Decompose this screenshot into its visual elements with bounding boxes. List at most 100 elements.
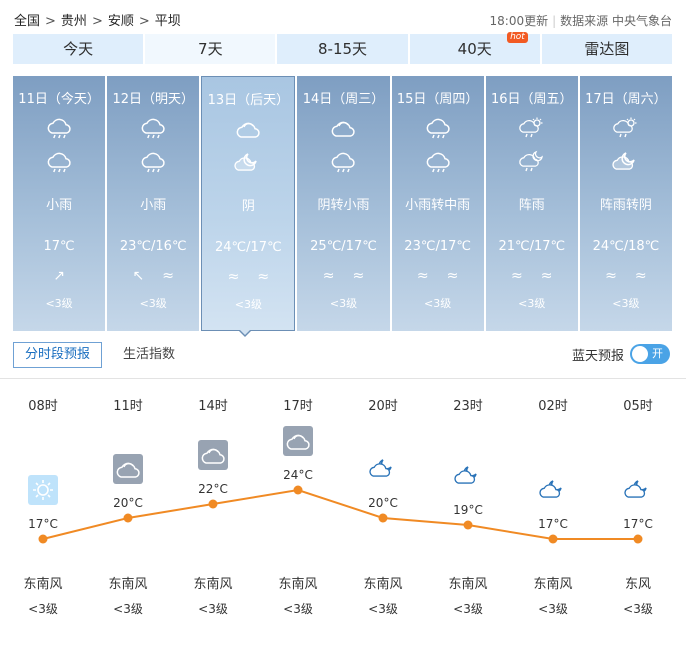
breadcrumb-city[interactable]: 安顺	[108, 10, 134, 29]
cloudy-moon-icon	[623, 475, 653, 505]
hour-wind-level: <3级	[28, 602, 58, 616]
cloudy-moon-icon	[612, 150, 640, 174]
wind-direction: ≈ ≈	[486, 268, 578, 286]
shower-moon-icon	[518, 150, 546, 174]
hour-wind-level: <3级	[623, 602, 653, 616]
wind-direction: ≈ ≈	[392, 268, 484, 286]
wind-level: <3级	[612, 297, 640, 310]
cloudy-moon-icon	[453, 461, 483, 491]
hour-label: 23时	[453, 399, 483, 414]
tab-label: 40天	[457, 40, 492, 58]
wind-direction-icon: ≈	[352, 268, 365, 284]
hour-temperature: 22°C	[198, 482, 228, 496]
rain-cloud-icon	[45, 150, 73, 174]
temperature-range: 23℃/17℃	[404, 239, 471, 254]
day-card[interactable]: 12日（明天） 小雨 23℃/16℃ ↖ ≈ <3级	[107, 76, 200, 331]
hour-wind-level: <3级	[198, 602, 228, 616]
hour-label: 17时	[283, 399, 313, 414]
overcast-icon	[234, 117, 262, 141]
day-card[interactable]: 14日（周三） 阴转小雨 25℃/17℃ ≈ ≈ <3级	[297, 76, 390, 331]
top-bar: 全国 > 贵州 > 安顺 > 平坝 18:00更新 | 数据来源 中央气象台	[0, 0, 686, 34]
day-card[interactable]: 13日（后天）阴 24℃/17℃ ≈ ≈ <3级	[201, 76, 296, 331]
wind-direction: ↖ ≈	[107, 268, 199, 286]
forecast-tabs: 今天 7天 8-15天 40天 hot 雷达图	[13, 32, 673, 64]
day-title: 14日（周三）	[302, 92, 385, 107]
weather-desc: 阵雨转阴	[599, 198, 652, 213]
temperature-range: 21℃/17℃	[498, 239, 566, 254]
rain-cloud-icon	[45, 116, 73, 140]
hour-label: 11时	[113, 399, 143, 414]
hot-badge: hot	[507, 32, 528, 43]
wind-direction-icon: ≈	[446, 268, 459, 284]
tab-today[interactable]: 今天	[13, 34, 146, 64]
wind-level: <3级	[424, 297, 452, 310]
day-title: 11日（今天）	[18, 92, 100, 107]
day-card[interactable]: 11日（今天） 小雨 17℃ ↗ <3级	[13, 76, 106, 331]
hour-wind-direction: 东南风	[533, 577, 573, 592]
temperature-point	[378, 513, 388, 523]
day-card[interactable]: 17日（周六） 阵雨转阴 24℃/18℃ ≈ ≈ <3级	[579, 76, 672, 331]
hour-label: 20时	[368, 399, 398, 414]
tab-40day[interactable]: 40天 hot	[409, 32, 542, 64]
tab-hourly-forecast[interactable]: 分时段预报	[13, 342, 103, 368]
tab-life-index[interactable]: 生活指数	[112, 343, 186, 369]
day-title: 12日（明天）	[112, 92, 194, 107]
hour-wind-level: <3级	[368, 602, 398, 616]
tab-label: 7天	[198, 40, 223, 58]
overcast-icon	[329, 116, 357, 140]
wind-level: <3级	[45, 297, 73, 310]
hourly-forecast: 08时 17°C 东南风 <3级 11时 20°C 东南风 <3级 14时 22°C 东南风 <3级 1…	[0, 379, 686, 645]
temperature-point	[548, 534, 558, 544]
wind-direction-icon: ≈	[322, 268, 335, 284]
rain-cloud-icon	[424, 116, 452, 140]
weather-desc: 小雨	[140, 198, 167, 213]
hour-wind-direction: 东南风	[108, 577, 148, 592]
temperature-point	[463, 520, 473, 530]
day-card[interactable]: 16日（周五） 阵雨 21℃/17℃ ≈ ≈ <3级	[485, 76, 578, 331]
hour-temperature: 20°C	[368, 496, 398, 510]
overcast-icon	[198, 440, 228, 470]
hour-wind-direction: 东南风	[23, 577, 63, 592]
tab-label: 今天	[63, 40, 94, 58]
toggle-knob	[632, 346, 648, 362]
hour-label: 05时	[623, 399, 653, 414]
shower-sun-icon	[518, 116, 546, 140]
temperature-point	[208, 499, 218, 509]
day-card[interactable]: 15日（周四） 小雨转中雨 23℃/17℃ ≈ ≈ <3级	[391, 76, 484, 331]
wind-level: <3级	[518, 297, 546, 310]
breadcrumb-sep: >	[138, 14, 150, 29]
bluesky-toggle[interactable]: 开	[630, 344, 670, 364]
hour-label: 08时	[28, 399, 58, 414]
rain-cloud-icon	[424, 150, 452, 174]
wind-level: <3级	[234, 298, 262, 311]
daily-forecast: 11日（今天） 小雨 17℃ ↗ <3级 12日（明天） 小雨 23℃/16℃ ↖ ≈ <3级 13日…	[13, 76, 672, 331]
wind-direction-icon: ↖	[132, 268, 145, 284]
shower-sun-icon	[612, 116, 640, 140]
hour-wind-level: <3级	[113, 602, 143, 616]
wind-direction: ≈ ≈	[202, 269, 294, 287]
wind-direction-icon: ≈	[605, 268, 617, 284]
source-info: 18:00更新 | 数据来源 中央气象台	[489, 14, 672, 28]
breadcrumb-country[interactable]: 全国	[14, 10, 40, 29]
hour-label: 02时	[538, 399, 568, 414]
breadcrumb-county: 平坝	[154, 14, 181, 29]
wind-direction-icon: ↗	[53, 268, 65, 284]
selected-day-pointer	[238, 329, 252, 337]
tab-8-15day[interactable]: 8-15天	[277, 34, 410, 64]
cloudy-moon-icon	[538, 475, 568, 505]
weather-desc: 阴	[241, 199, 255, 214]
data-source: 数据来源 中央气象台	[560, 14, 672, 28]
temperature-range: 17℃	[43, 239, 75, 254]
wind-direction-icon: ≈	[511, 268, 523, 284]
hour-temperature: 17°C	[28, 517, 58, 531]
tab-label: 雷达图	[584, 40, 630, 58]
breadcrumb-province[interactable]: 贵州	[61, 10, 87, 29]
hour-label: 14时	[198, 399, 228, 414]
temperature-range: 23℃/16℃	[119, 239, 187, 254]
temperature-point	[123, 513, 133, 523]
temperature-range: 25℃/17℃	[310, 239, 377, 254]
tab-7day[interactable]: 7天	[145, 34, 278, 64]
wind-direction-icon: ≈	[162, 268, 174, 284]
tab-radar[interactable]: 雷达图	[541, 34, 673, 64]
update-time: 18:00更新	[489, 14, 549, 28]
